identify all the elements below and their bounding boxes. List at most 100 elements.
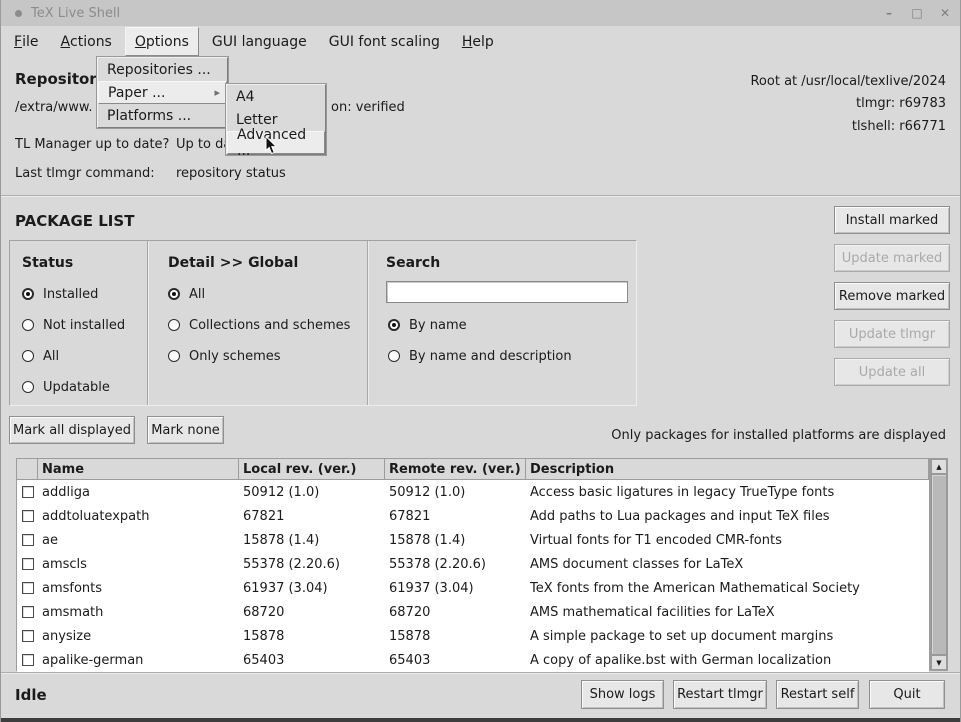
package-checkbox[interactable] (22, 630, 34, 642)
filter-panel: Status Installed Not installed All Updat… (9, 240, 637, 406)
table-row[interactable]: apalike-german 65403 65403 A copy of apa… (17, 648, 929, 672)
scroll-up-icon[interactable]: ▲ (931, 459, 947, 474)
package-name: addliga (38, 485, 239, 500)
package-list-heading: PACKAGE LIST (15, 212, 134, 230)
radio-icon[interactable] (388, 350, 400, 362)
scrollbar-thumb[interactable] (931, 474, 947, 655)
table-row[interactable]: addtoluatexpath 67821 67821 Add paths to… (17, 504, 929, 528)
radio-installed[interactable]: Installed (22, 286, 98, 302)
filter-divider (147, 241, 149, 405)
column-header-local[interactable]: Local rev. (ver.) (239, 459, 385, 479)
table-row[interactable]: addliga 50912 (1.0) 50912 (1.0) Access b… (17, 480, 929, 504)
show-logs-button[interactable]: Show logs (581, 680, 664, 709)
menu-actions[interactable]: Actions (51, 27, 120, 56)
table-row[interactable]: ae 15878 (1.4) 15878 (1.4) Virtual fonts… (17, 528, 929, 552)
radio-detail-all[interactable]: All (168, 286, 205, 302)
radio-by-name-description[interactable]: By name and description (388, 348, 572, 364)
package-description: A copy of apalike.bst with German locali… (526, 653, 929, 668)
table-row[interactable]: amsfonts 61937 (3.04) 61937 (3.04) TeX f… (17, 576, 929, 600)
column-header-description[interactable]: Description (526, 459, 929, 479)
radio-collections-schemes[interactable]: Collections and schemes (168, 317, 350, 333)
menu-item-platforms[interactable]: Platforms ... (98, 104, 227, 127)
package-remote-rev: 68720 (385, 605, 526, 620)
radio-by-name[interactable]: By name (388, 317, 467, 333)
package-checkbox[interactable] (22, 606, 34, 618)
menu-item-paper[interactable]: Paper ... ▸ (98, 81, 227, 104)
menu-gui-font-scaling[interactable]: GUI font scaling (320, 27, 449, 56)
radio-icon[interactable] (168, 350, 180, 362)
options-dropdown-menu: Repositories ... Paper ... ▸ Platforms .… (97, 57, 228, 128)
close-icon[interactable]: ✕ (938, 6, 952, 20)
package-remote-rev: 67821 (385, 509, 526, 524)
package-checkbox[interactable] (22, 654, 34, 666)
radio-icon[interactable] (168, 288, 180, 300)
restart-tlmgr-button[interactable]: Restart tlmgr (673, 680, 767, 709)
package-checkbox[interactable] (22, 510, 34, 522)
package-table-rows: addliga 50912 (1.0) 50912 (1.0) Access b… (17, 480, 929, 672)
package-remote-rev: 15878 (385, 629, 526, 644)
radio-icon[interactable] (22, 288, 34, 300)
package-checkbox[interactable] (22, 486, 34, 498)
table-row[interactable]: amsmath 68720 68720 AMS mathematical fac… (17, 600, 929, 624)
last-command-label: Last tlmgr command: (15, 166, 155, 181)
update-marked-button[interactable]: Update marked (834, 244, 950, 272)
scroll-down-icon[interactable]: ▼ (931, 655, 947, 670)
tlmgr-revision: tlmgr: r69783 (856, 96, 946, 111)
mark-none-button[interactable]: Mark none (147, 416, 224, 444)
radio-not-installed[interactable]: Not installed (22, 317, 125, 333)
detail-group-label: Detail >> Global (168, 255, 298, 271)
menu-item-a4[interactable]: A4 (227, 85, 325, 108)
radio-icon[interactable] (168, 319, 180, 331)
package-local-rev: 55378 (2.20.6) (239, 557, 385, 572)
package-checkbox[interactable] (22, 582, 34, 594)
menu-file[interactable]: File (5, 27, 47, 56)
status-text: Idle (15, 686, 47, 704)
radio-updatable[interactable]: Updatable (22, 379, 110, 395)
column-header-checkbox[interactable] (17, 459, 38, 479)
radio-icon[interactable] (22, 350, 34, 362)
remove-marked-button[interactable]: Remove marked (834, 282, 950, 310)
package-local-rev: 61937 (3.04) (239, 581, 385, 596)
install-marked-button[interactable]: Install marked (834, 206, 950, 234)
search-input[interactable] (386, 281, 628, 303)
package-local-rev: 15878 (1.4) (239, 533, 385, 548)
menu-help[interactable]: Help (453, 27, 503, 56)
window-title: TeX Live Shell (31, 6, 120, 21)
menu-gui-language[interactable]: GUI language (203, 27, 316, 56)
table-scrollbar[interactable]: ▲ ▼ (930, 458, 948, 671)
package-description: A simple package to set up document marg… (526, 629, 929, 644)
radio-icon[interactable] (22, 381, 34, 393)
radio-only-schemes[interactable]: Only schemes (168, 348, 281, 364)
mark-all-displayed-button[interactable]: Mark all displayed (9, 416, 135, 444)
table-row[interactable]: amscls 55378 (2.20.6) 55378 (2.20.6) AMS… (17, 552, 929, 576)
package-name: apalike-german (38, 653, 239, 668)
radio-icon[interactable] (388, 319, 400, 331)
column-header-name[interactable]: Name (38, 459, 239, 479)
maximize-icon[interactable]: □ (910, 6, 924, 20)
package-checkbox[interactable] (22, 534, 34, 546)
menu-options[interactable]: Options (125, 27, 199, 56)
update-all-button[interactable]: Update all (834, 358, 950, 386)
menu-item-repositories[interactable]: Repositories ... (98, 58, 227, 81)
package-remote-rev: 61937 (3.04) (385, 581, 526, 596)
repository-url: /extra/www. (15, 100, 92, 115)
package-remote-rev: 65403 (385, 653, 526, 668)
package-remote-rev: 15878 (1.4) (385, 533, 526, 548)
column-header-remote[interactable]: Remote rev. (ver.) (385, 459, 526, 479)
quit-button[interactable]: Quit (869, 680, 945, 709)
tl-manager-label: TL Manager up to date? (15, 137, 169, 152)
app-icon (15, 10, 22, 17)
restart-self-button[interactable]: Restart self (776, 680, 859, 709)
minimize-icon[interactable]: – (882, 6, 896, 20)
package-name: amscls (38, 557, 239, 572)
package-checkbox[interactable] (22, 558, 34, 570)
mouse-cursor-icon (265, 136, 279, 160)
table-row[interactable]: anysize 15878 15878 A simple package to … (17, 624, 929, 648)
package-table-header: Name Local rev. (ver.) Remote rev. (ver.… (17, 459, 929, 480)
platform-note: Only packages for installed platforms ar… (611, 428, 946, 443)
package-description: AMS document classes for LaTeX (526, 557, 929, 572)
radio-icon[interactable] (22, 319, 34, 331)
radio-all-status[interactable]: All (22, 348, 59, 364)
update-tlmgr-button[interactable]: Update tlmgr (834, 320, 950, 348)
tl-manager-value: Up to da (176, 137, 231, 152)
